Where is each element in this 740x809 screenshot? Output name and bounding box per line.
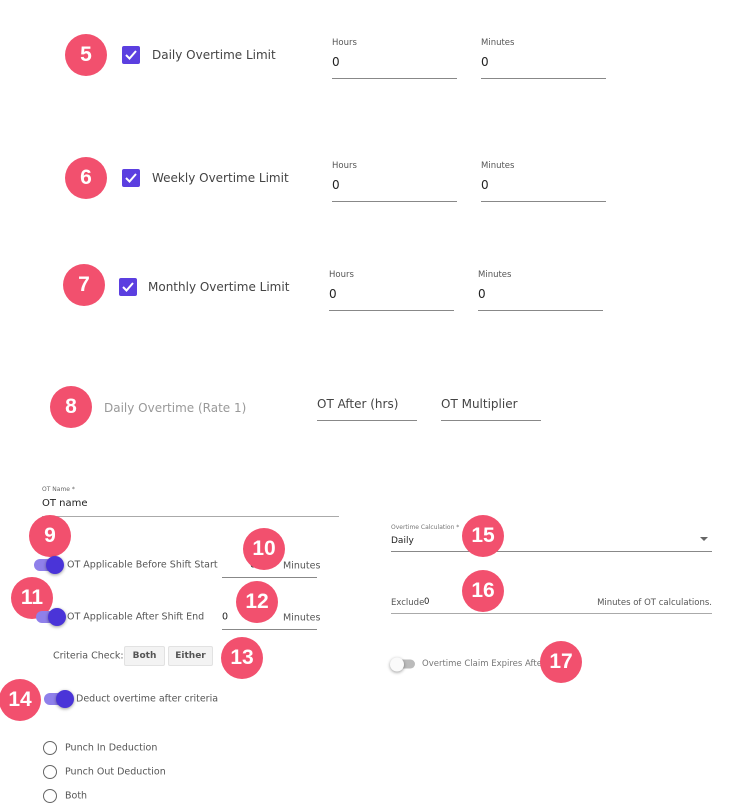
ot-multiplier-input[interactable]: OT Multiplier bbox=[441, 397, 518, 411]
step-badge: 9 bbox=[29, 515, 71, 557]
hours-label: Hours bbox=[332, 38, 357, 48]
radio-label: Punch Out Deduction bbox=[65, 766, 166, 778]
hours-label: Hours bbox=[329, 270, 354, 280]
dropdown-arrow-icon[interactable] bbox=[700, 537, 708, 541]
step-badge: 10 bbox=[243, 528, 285, 570]
minutes-unit: Minutes bbox=[283, 560, 321, 572]
hours-underline bbox=[332, 201, 457, 202]
rate-label: Daily Overtime (Rate 1) bbox=[104, 401, 247, 415]
claim-expires-toggle[interactable] bbox=[390, 657, 415, 671]
deduct-label: Deduct overtime after criteria bbox=[76, 693, 219, 705]
claim-expires-label: Overtime Claim Expires After bbox=[422, 659, 546, 669]
calculation-underline bbox=[391, 551, 712, 552]
minutes-input[interactable]: 0 bbox=[478, 287, 486, 301]
daily-limit-label: Daily Overtime Limit bbox=[152, 48, 276, 62]
hours-input[interactable]: 0 bbox=[332, 55, 340, 69]
step-badge: 14 bbox=[0, 679, 41, 721]
hours-underline bbox=[329, 310, 454, 311]
radio-punch-in[interactable] bbox=[43, 741, 57, 755]
radio-punch-out[interactable] bbox=[43, 765, 57, 779]
after-shift-underline bbox=[222, 629, 317, 630]
radio-label: Punch In Deduction bbox=[65, 742, 158, 754]
after-shift-label: OT Applicable After Shift End bbox=[67, 611, 205, 623]
after-shift-minutes-input[interactable]: 0 bbox=[222, 612, 228, 623]
minutes-input[interactable]: 0 bbox=[481, 178, 489, 192]
monthly-limit-label: Monthly Overtime Limit bbox=[148, 280, 290, 294]
step-badge: 13 bbox=[221, 637, 263, 679]
hours-underline bbox=[332, 78, 457, 79]
daily-limit-checkbox[interactable] bbox=[122, 46, 140, 64]
exclude-prefix: Exclude bbox=[391, 598, 425, 608]
weekly-limit-checkbox[interactable] bbox=[122, 169, 140, 187]
criteria-label: Criteria Check: bbox=[53, 650, 124, 662]
weekly-limit-label: Weekly Overtime Limit bbox=[152, 171, 289, 185]
ot-multiplier-underline bbox=[441, 420, 541, 421]
check-icon bbox=[125, 173, 137, 183]
step-badge: 8 bbox=[50, 386, 92, 428]
minutes-input[interactable]: 0 bbox=[481, 55, 489, 69]
ot-name-label: OT Name * bbox=[42, 486, 75, 493]
before-shift-label: OT Applicable Before Shift Start bbox=[67, 559, 218, 571]
step-badge: 17 bbox=[540, 641, 582, 683]
minutes-underline bbox=[481, 201, 606, 202]
minutes-label: Minutes bbox=[481, 161, 515, 171]
radio-both[interactable] bbox=[43, 789, 57, 803]
hours-label: Hours bbox=[332, 161, 357, 171]
monthly-limit-checkbox[interactable] bbox=[119, 278, 137, 296]
ot-name-input[interactable]: OT name bbox=[42, 498, 88, 509]
minutes-underline bbox=[481, 78, 606, 79]
ot-after-input[interactable]: OT After (hrs) bbox=[317, 397, 398, 411]
minutes-underline bbox=[478, 310, 603, 311]
criteria-either-button[interactable]: Either bbox=[168, 646, 213, 666]
hours-input[interactable]: 0 bbox=[332, 178, 340, 192]
deduct-toggle[interactable] bbox=[44, 690, 74, 708]
step-badge: 7 bbox=[63, 264, 105, 306]
after-shift-toggle[interactable] bbox=[36, 608, 66, 626]
minutes-label: Minutes bbox=[478, 270, 512, 280]
calculation-label: Overtime Calculation * bbox=[391, 524, 460, 531]
step-badge: 12 bbox=[236, 581, 278, 623]
step-badge: 16 bbox=[462, 570, 504, 612]
minutes-label: Minutes bbox=[481, 38, 515, 48]
check-icon bbox=[125, 50, 137, 60]
step-badge: 15 bbox=[462, 515, 504, 557]
check-icon bbox=[122, 282, 134, 292]
radio-label: Both bbox=[65, 790, 88, 802]
exclude-suffix: Minutes of OT calculations. bbox=[597, 598, 712, 608]
hours-input[interactable]: 0 bbox=[329, 287, 337, 301]
exclude-input[interactable]: 0 bbox=[424, 597, 429, 607]
step-badge: 6 bbox=[65, 157, 107, 199]
ot-name-underline bbox=[42, 516, 339, 517]
calculation-select[interactable]: Daily bbox=[391, 536, 414, 546]
criteria-both-button[interactable]: Both bbox=[124, 646, 165, 666]
before-shift-underline bbox=[222, 577, 317, 578]
before-shift-toggle[interactable] bbox=[34, 556, 64, 574]
minutes-unit: Minutes bbox=[283, 612, 321, 624]
step-badge: 5 bbox=[65, 34, 107, 76]
exclude-underline bbox=[391, 613, 712, 614]
ot-after-underline bbox=[317, 420, 417, 421]
